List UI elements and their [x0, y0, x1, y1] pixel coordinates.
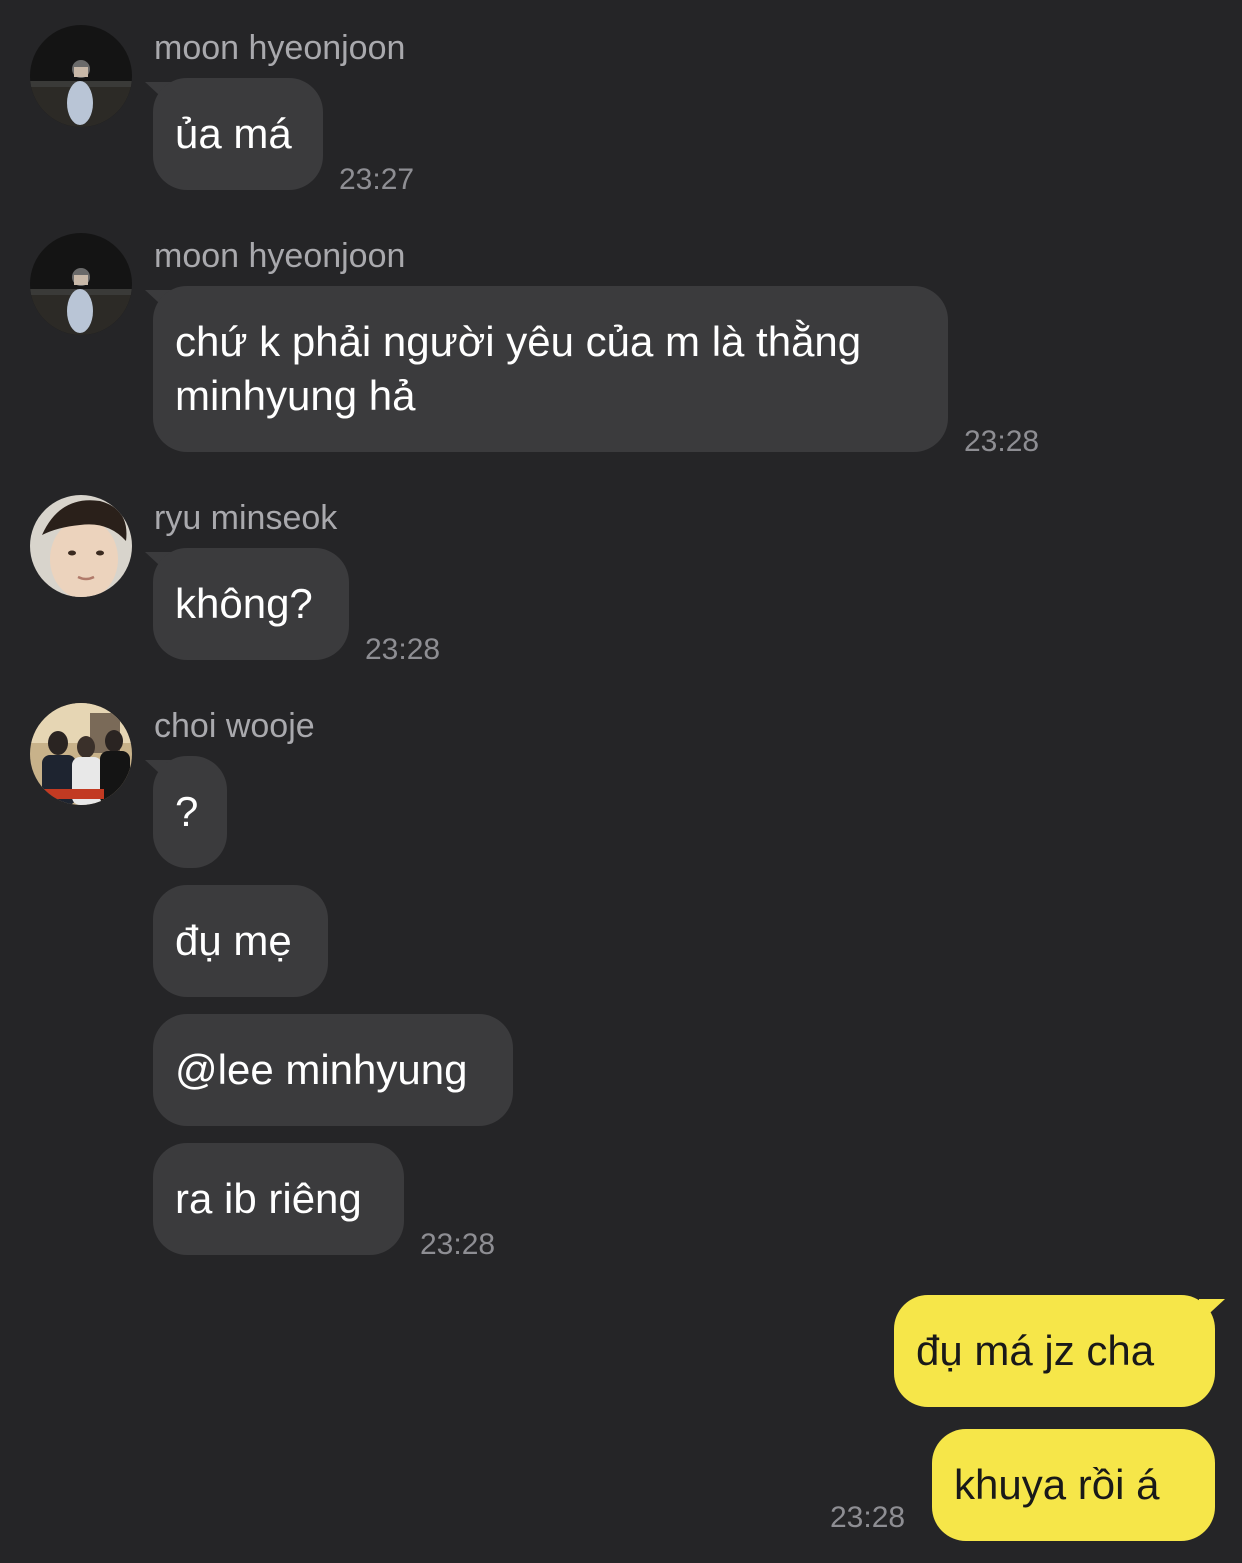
message-timestamp: 23:28	[964, 425, 1040, 458]
message-bubble[interactable]: chứ k phải người yêu của m là thằng minh…	[153, 286, 948, 452]
sender-name: moon hyeonjoon	[154, 237, 406, 275]
avatar-moon-hyeonjoon[interactable]	[30, 25, 132, 127]
avatar-ryu-minseok[interactable]	[30, 495, 132, 597]
own-message-bubble[interactable]: khuya rồi á	[932, 1429, 1215, 1541]
sender-name: moon hyeonjoon	[154, 29, 406, 67]
sender-name: choi wooje	[154, 707, 315, 745]
message-timestamp: 23:27	[339, 163, 415, 196]
sender-name: ryu minseok	[154, 499, 338, 537]
avatar-night-beach-photo	[30, 25, 132, 127]
message-timestamp: 23:28	[365, 633, 441, 666]
message-bubble[interactable]: đụ mẹ	[153, 885, 328, 997]
message-timestamp: 23:28	[830, 1501, 906, 1534]
message-bubble[interactable]: ủa má	[153, 78, 323, 190]
avatar-selfie-photo	[30, 495, 132, 597]
message-bubble[interactable]: không?	[153, 548, 349, 660]
own-message-bubble[interactable]: đụ má jz cha	[894, 1295, 1215, 1407]
avatar-night-beach-photo	[30, 233, 132, 335]
avatar-moon-hyeonjoon[interactable]	[30, 233, 132, 335]
avatar-group-photo	[30, 703, 132, 805]
message-bubble[interactable]: ra ib riêng	[153, 1143, 404, 1255]
message-bubble[interactable]: @lee minhyung	[153, 1014, 513, 1126]
avatar-choi-wooje[interactable]	[30, 703, 132, 805]
message-bubble[interactable]: ?	[153, 756, 227, 868]
message-timestamp: 23:28	[420, 1228, 496, 1261]
